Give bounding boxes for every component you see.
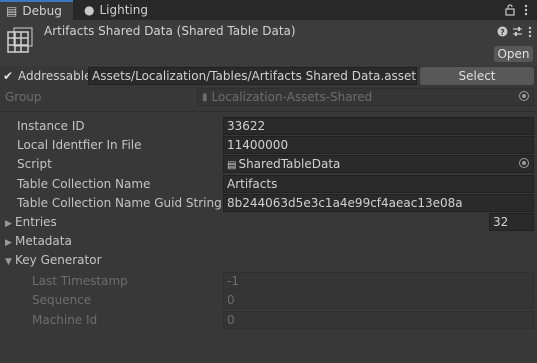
last-timestamp-label: Last Timestamp [32,274,128,288]
local-identifier-field[interactable]: 11400000 [223,136,534,154]
presets-icon[interactable] [512,26,523,37]
inspector-icon: ▤ [6,4,18,18]
object-picker-icon[interactable] [519,158,529,168]
script-field[interactable]: ▤ SharedTableData [223,155,534,173]
sequence-field: 0 [223,291,534,309]
entries-count-field[interactable]: 32 [489,213,534,231]
script-value: SharedTableData [238,157,341,171]
tab-label: Debug [22,4,62,18]
guid-string-label: Table Collection Name Guid String [17,196,222,210]
page-title: Artifacts Shared Data (Shared Table Data… [44,24,296,38]
script-label: Script [17,157,52,171]
entries-label: Entries [15,215,57,229]
table-collection-name-field[interactable]: Artifacts [223,175,534,193]
kebab-menu-icon[interactable] [528,26,532,38]
metadata-label: Metadata [15,234,72,248]
machine-id-label: Machine Id [32,313,98,327]
tab-lighting[interactable]: ● Lighting [78,0,158,20]
svg-text:?: ? [500,28,505,37]
key-generator-foldout[interactable]: ▼ Key Generator [5,253,102,267]
instance-id-field[interactable]: 33622 [223,117,534,135]
table-asset-icon [7,27,33,53]
key-generator-label: Key Generator [15,253,102,267]
lock-icon[interactable] [505,4,515,16]
folder-icon: ▮ [202,91,208,103]
group-value: Localization-Assets-Shared [211,90,373,104]
script-icon: ▤ [227,160,237,171]
group-dropdown[interactable]: ▮ Localization-Assets-Shared [197,88,534,106]
caret-right-icon: ▶ [5,219,12,229]
addressable-label: Addressable [18,69,92,83]
metadata-foldout[interactable]: ▶ Metadata [5,234,72,248]
help-icon[interactable]: ? [497,26,508,37]
addressable-path-field[interactable]: Assets/Localization/Tables/Artifacts Sha… [88,67,417,85]
last-timestamp-field: -1 [223,272,534,290]
lightbulb-icon: ● [84,3,95,17]
open-button[interactable]: Open [494,46,533,62]
addressable-checkbox[interactable]: ✔ [3,69,13,83]
tab-label: Lighting [99,3,148,17]
object-picker-icon[interactable] [519,91,529,101]
machine-id-field: 0 [223,311,534,329]
table-collection-name-label: Table Collection Name [17,177,151,191]
local-identifier-label: Local Identfier In File [17,138,142,152]
guid-string-field[interactable]: 8b244063d5e3c1a4e99cf4aeac13e08a [223,194,534,212]
entries-foldout[interactable]: ▶ Entries [5,215,57,229]
tab-debug[interactable]: ▤ Debug [0,0,73,20]
divider [0,111,537,112]
caret-right-icon: ▶ [5,238,12,248]
kebab-menu-icon[interactable] [524,4,528,16]
group-label: Group [5,90,42,104]
select-button[interactable]: Select [420,67,534,85]
caret-down-icon: ▼ [5,257,12,267]
sequence-label: Sequence [32,293,92,307]
instance-id-label: Instance ID [17,119,85,133]
